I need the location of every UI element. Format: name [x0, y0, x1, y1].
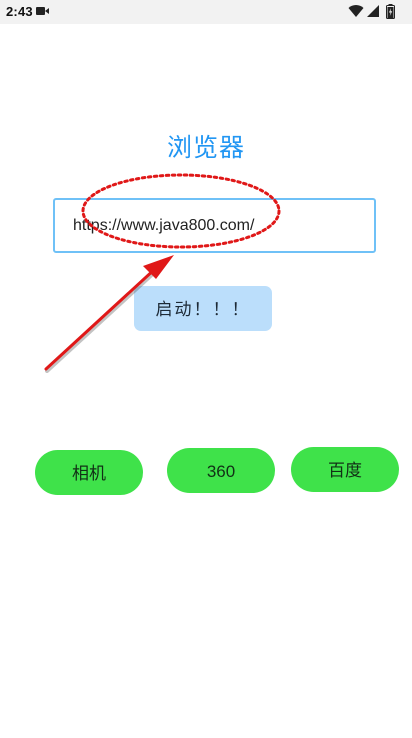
camera-button[interactable]: 相机	[35, 450, 143, 495]
system-icons	[344, 4, 404, 20]
url-input[interactable]	[53, 198, 376, 253]
360-button[interactable]: 360	[167, 448, 275, 493]
signal-icon	[367, 5, 379, 17]
screen-record-icon	[36, 7, 49, 15]
battery-icon	[386, 4, 395, 19]
status-time: 2:43	[6, 4, 33, 19]
start-button[interactable]: 启动！！！	[134, 286, 272, 331]
app-title: 浏览器	[166, 133, 245, 162]
baidu-button[interactable]: 百度	[291, 447, 399, 492]
wifi-icon	[348, 5, 364, 18]
annotation-overlay	[44, 173, 281, 373]
status-bar: 2:43	[0, 0, 412, 24]
